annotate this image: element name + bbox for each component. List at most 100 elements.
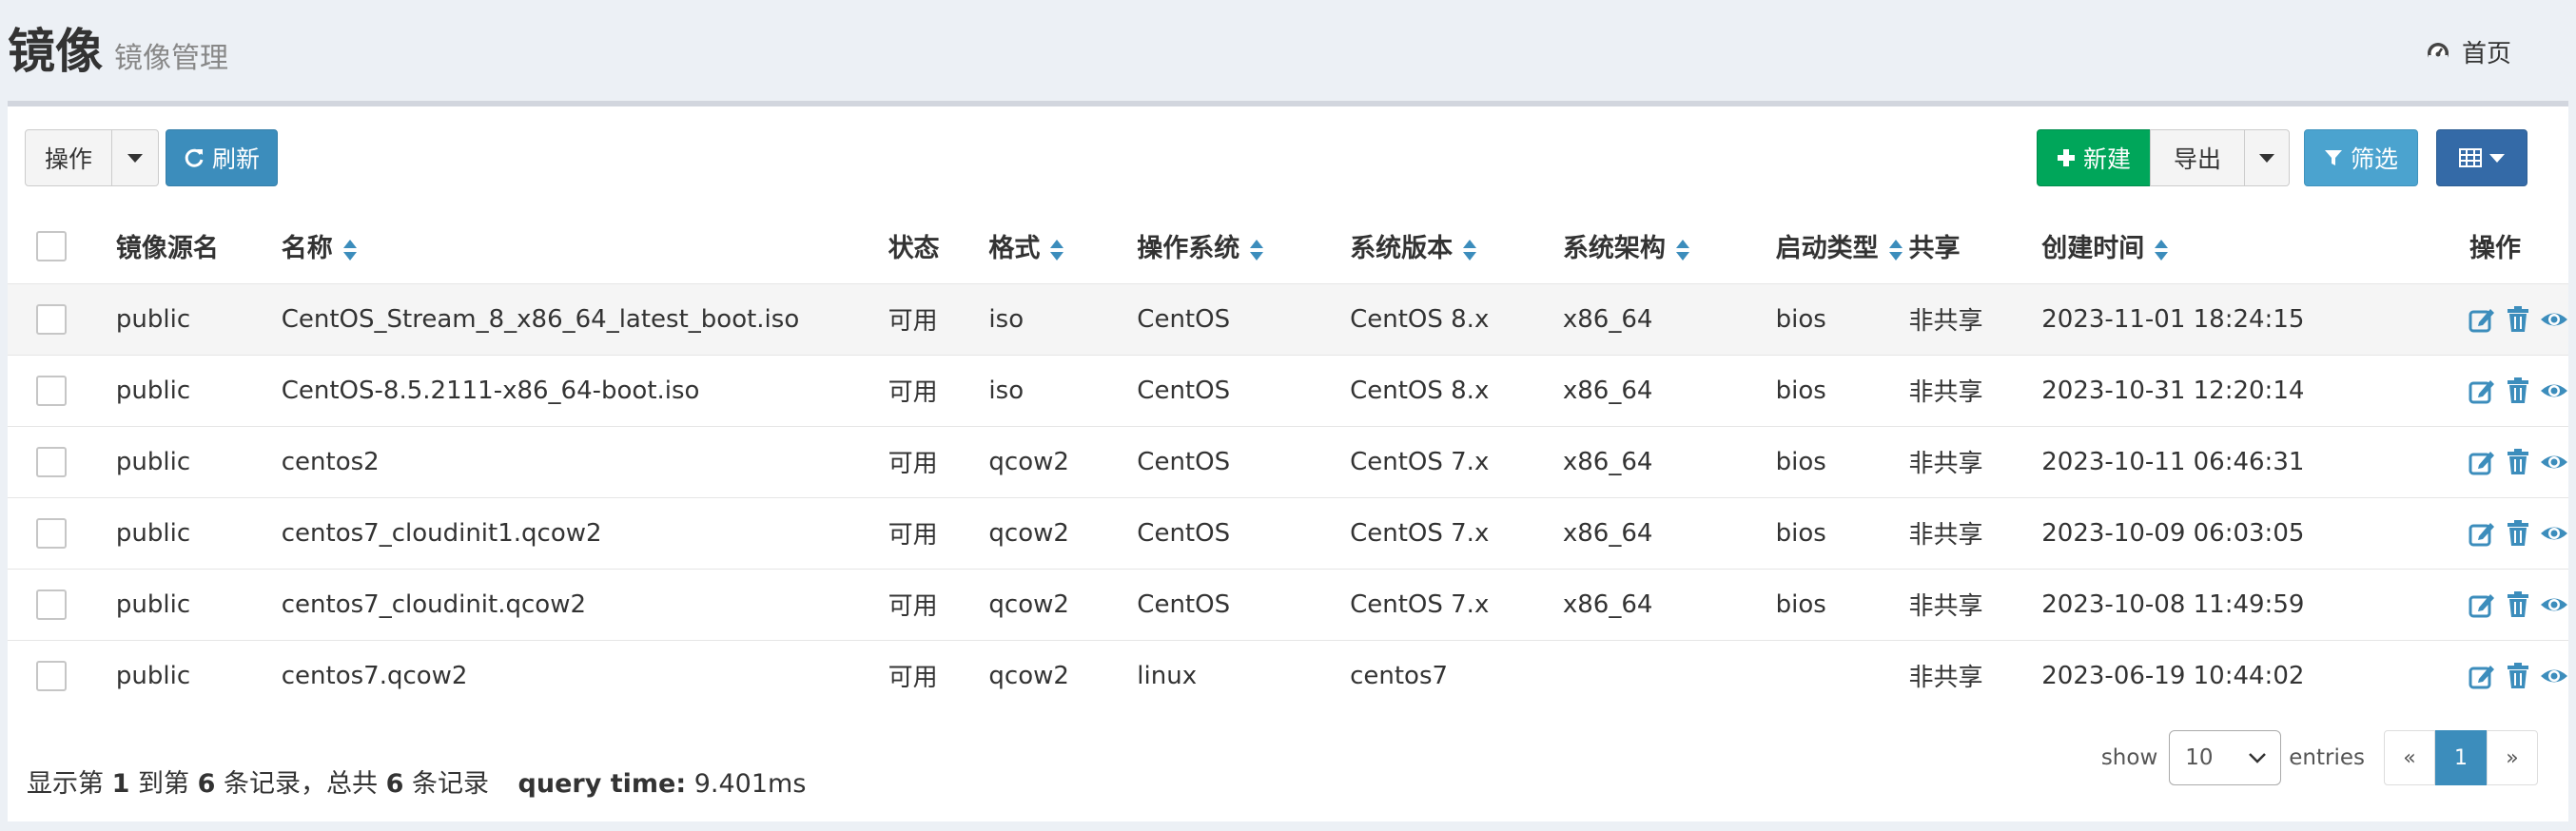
- cell-source: public: [115, 518, 191, 548]
- sort-icon[interactable]: [1249, 239, 1264, 261]
- edit-icon[interactable]: [2468, 590, 2496, 619]
- page-size-value: 10: [2185, 745, 2214, 770]
- export-dropdown-toggle[interactable]: [2244, 129, 2290, 186]
- row-checkbox[interactable]: [36, 303, 67, 335]
- cell-share: 非共享: [1908, 307, 1983, 336]
- row-checkbox[interactable]: [36, 517, 67, 549]
- show-label: show: [2100, 745, 2158, 770]
- trash-icon[interactable]: [2504, 662, 2532, 690]
- cell-share: 非共享: [1908, 378, 1983, 407]
- column-header-os[interactable]: 操作系统: [1137, 209, 1350, 283]
- column-header-actions: 操作: [2469, 234, 2521, 264]
- column-header-format[interactable]: 格式: [988, 209, 1137, 283]
- home-link[interactable]: 首页: [2426, 34, 2511, 69]
- select-all-checkbox[interactable]: [36, 230, 67, 261]
- cell-source: public: [115, 589, 191, 619]
- query-time-value: 9.401ms: [693, 769, 807, 799]
- trash-icon[interactable]: [2504, 305, 2532, 334]
- plus-icon: [2057, 149, 2075, 166]
- view-icon[interactable]: [2540, 377, 2568, 405]
- cell-created: 2023-10-08 11:49:59: [2041, 589, 2305, 619]
- sort-icon[interactable]: [1675, 239, 1690, 261]
- row-checkbox[interactable]: [36, 446, 67, 477]
- sort-icon[interactable]: [1049, 239, 1064, 261]
- image-table: 镜像源名 名称 状态 格式 操作系统 系统版本 系统架构 启动类型 共享 创建时…: [8, 209, 2568, 711]
- cell-name: centos7_cloudinit.qcow2: [281, 589, 586, 619]
- query-time-label: query time:: [517, 769, 687, 799]
- cell-actions: [2355, 355, 2568, 426]
- filter-icon: [2324, 150, 2342, 165]
- cell-format: iso: [988, 304, 1025, 334]
- sort-icon[interactable]: [342, 239, 358, 261]
- pagination: show 10 entries « 1 »: [2101, 730, 2538, 785]
- cell-os: CentOS: [1137, 518, 1231, 548]
- cell-version: CentOS 7.x: [1350, 518, 1490, 548]
- table-row: public CentOS_Stream_8_x86_64_latest_boot…: [8, 283, 2568, 355]
- table-info: 显示第 1 到第 6 条记录，总共 6 条记录 query time: 9.40…: [27, 769, 807, 799]
- sort-icon[interactable]: [2154, 239, 2169, 261]
- trash-icon[interactable]: [2504, 590, 2532, 619]
- view-icon[interactable]: [2540, 662, 2568, 690]
- cell-format: qcow2: [988, 661, 1069, 690]
- edit-icon[interactable]: [2468, 662, 2496, 690]
- refresh-label: 刷新: [211, 145, 260, 173]
- chevron-down-icon: [2249, 753, 2267, 763]
- cell-name: centos2: [281, 447, 380, 476]
- table-row: public centos7.qcow2 可用 qcow2 linux centos7 非共…: [8, 640, 2568, 711]
- view-icon[interactable]: [2540, 590, 2568, 619]
- column-header-name[interactable]: 名称: [282, 209, 888, 283]
- edit-icon[interactable]: [2468, 377, 2496, 405]
- view-icon[interactable]: [2540, 519, 2568, 548]
- edit-icon[interactable]: [2468, 305, 2496, 334]
- edit-icon[interactable]: [2468, 519, 2496, 548]
- cell-created: 2023-10-09 06:03:05: [2041, 518, 2305, 548]
- sort-icon[interactable]: [1462, 239, 1477, 261]
- edit-icon[interactable]: [2468, 448, 2496, 476]
- chevron-down-icon: [2259, 153, 2274, 163]
- prev-page-button[interactable]: «: [2384, 730, 2435, 785]
- export-button[interactable]: 导出: [2150, 129, 2245, 186]
- page-1-button[interactable]: 1: [2435, 730, 2487, 785]
- page-header: 镜像 镜像管理 首页: [0, 0, 2576, 101]
- row-checkbox[interactable]: [36, 589, 67, 620]
- new-button[interactable]: 新建: [2037, 129, 2151, 186]
- cell-boot: [1776, 640, 1909, 711]
- column-header-arch[interactable]: 系统架构: [1563, 209, 1776, 283]
- sort-icon[interactable]: [1888, 239, 1903, 261]
- filter-button[interactable]: 筛选: [2304, 129, 2418, 186]
- toolbar: 操作 刷新 新建 导出 筛选: [8, 106, 2568, 209]
- refresh-button[interactable]: 刷新: [166, 129, 278, 186]
- row-checkbox[interactable]: [36, 660, 67, 691]
- columns-toggle-button[interactable]: [2436, 129, 2527, 186]
- view-icon[interactable]: [2540, 305, 2568, 334]
- row-checkbox[interactable]: [36, 375, 67, 406]
- cell-os: CentOS: [1137, 589, 1231, 619]
- next-page-button[interactable]: »: [2487, 730, 2538, 785]
- cell-arch: [1563, 640, 1776, 711]
- column-header-created[interactable]: 创建时间: [2041, 209, 2355, 283]
- cell-status: 可用: [888, 378, 938, 407]
- cell-status: 可用: [888, 521, 938, 550]
- action-button[interactable]: 操作: [25, 129, 112, 186]
- new-label: 新建: [2082, 145, 2131, 173]
- column-header-boot[interactable]: 启动类型: [1776, 209, 1909, 283]
- cell-arch: x86_64: [1562, 589, 1653, 619]
- page-size-select[interactable]: 10: [2169, 730, 2282, 785]
- column-header-version[interactable]: 系统版本: [1350, 209, 1563, 283]
- dashboard-icon: [2427, 42, 2449, 65]
- cell-arch: x86_64: [1562, 304, 1653, 334]
- cell-os: linux: [1137, 661, 1198, 690]
- view-icon[interactable]: [2540, 448, 2568, 476]
- cell-os: CentOS: [1137, 304, 1231, 334]
- cell-boot: bios: [1775, 518, 1826, 548]
- action-dropdown-toggle[interactable]: [111, 129, 159, 186]
- table-row: public centos7_cloudinit.qcow2 可用 qcow2 Cent…: [8, 569, 2568, 640]
- cell-boot: bios: [1775, 589, 1826, 619]
- cell-share: 非共享: [1908, 450, 1983, 478]
- trash-icon[interactable]: [2504, 377, 2532, 405]
- trash-icon[interactable]: [2504, 519, 2532, 548]
- cell-arch: x86_64: [1562, 376, 1653, 405]
- cell-format: qcow2: [988, 589, 1069, 619]
- table-row: public centos7_cloudinit1.qcow2 可用 qcow2 Cen…: [8, 497, 2568, 569]
- trash-icon[interactable]: [2504, 448, 2532, 476]
